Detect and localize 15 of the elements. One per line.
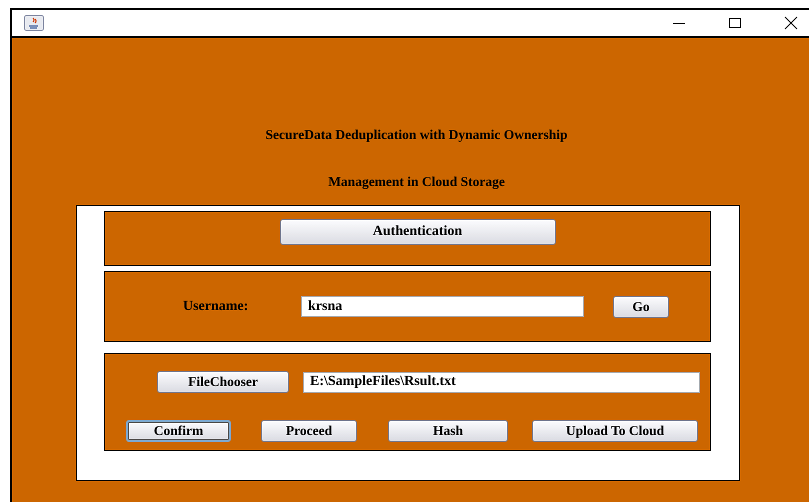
action-button[interactable]: Proceed (261, 420, 357, 442)
close-icon[interactable] (783, 15, 799, 31)
go-button[interactable]: Go (613, 296, 669, 318)
java-cup-icon (24, 15, 44, 31)
window-title: Management in Cloud Storage (328, 174, 505, 190)
action-button[interactable]: Hash (388, 420, 508, 442)
username-field[interactable]: krsna (301, 296, 584, 317)
authentication-button[interactable]: Authentication (280, 219, 556, 245)
username-label: Username: (183, 298, 250, 314)
window-title: SecureData Deduplication with Dynamic Ownership (265, 127, 568, 143)
file-chooser-button[interactable]: FileChooser (157, 371, 289, 393)
action-button[interactable]: Upload To Cloud (532, 420, 698, 442)
file-path-field[interactable]: E:\SampleFiles\Rsult.txt (303, 372, 700, 392)
maximize-icon[interactable] (727, 15, 743, 31)
action-button[interactable]: Confirm (126, 420, 231, 442)
